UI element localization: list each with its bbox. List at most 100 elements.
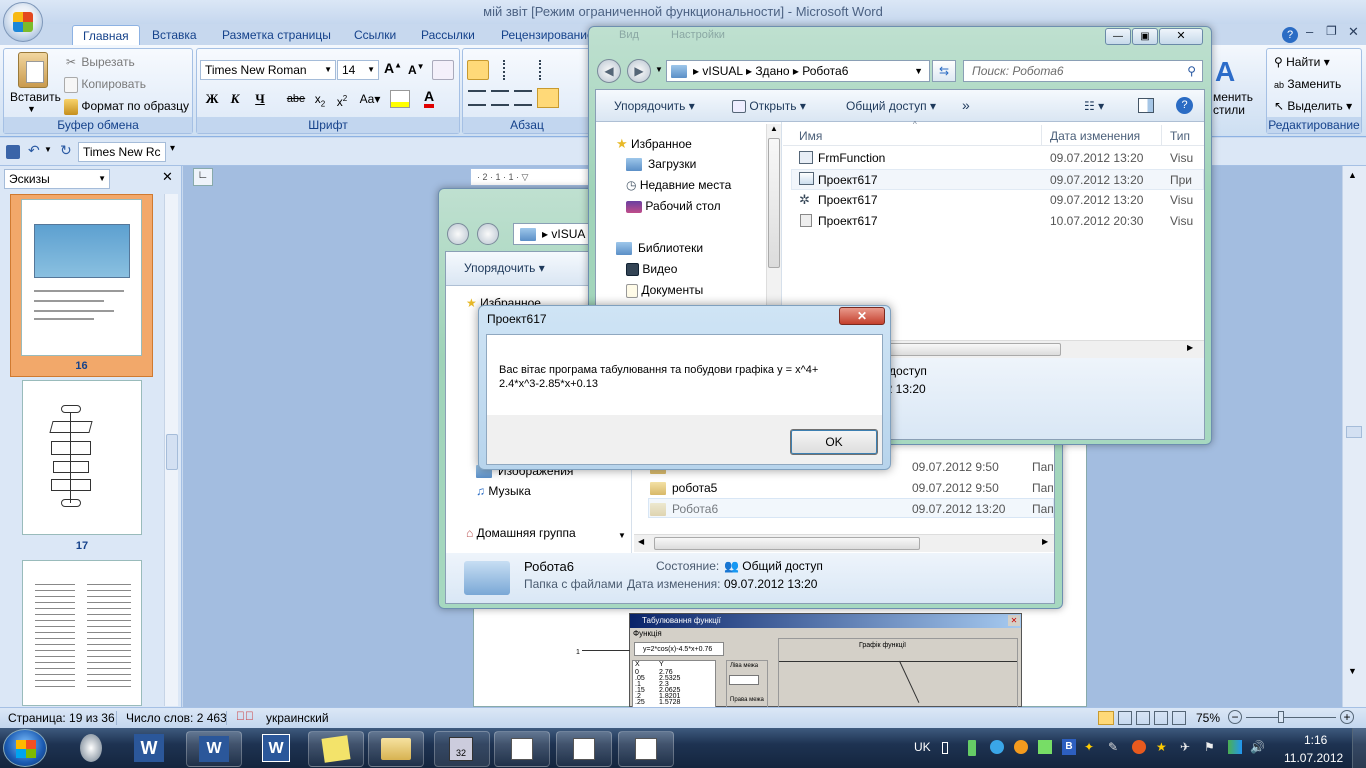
bold-icon[interactable]: Ж xyxy=(201,88,223,110)
zoom-slider-thumb[interactable] xyxy=(1278,711,1284,723)
breadcrumb-visual[interactable]: vISUAL xyxy=(702,64,742,78)
address-dropdown-icon[interactable]: ▼ xyxy=(914,61,923,81)
search-input[interactable]: Поиск: Робота6 ⚲ xyxy=(963,60,1203,82)
change-styles-label[interactable]: менить xyxy=(1213,90,1253,104)
window-taskbar-button-1[interactable] xyxy=(494,731,550,767)
scroll-left-icon[interactable]: ◀ xyxy=(638,537,644,546)
full-reading-icon[interactable] xyxy=(1118,711,1132,725)
tray-app-icon-2[interactable] xyxy=(1038,740,1052,754)
back-icon[interactable]: ◀ xyxy=(597,59,621,83)
action-center-flag-icon[interactable]: ⚑ xyxy=(1204,740,1215,754)
view-options-icon[interactable]: ☷ ▾ xyxy=(1084,99,1104,113)
file-row-robota5[interactable]: робота5 xyxy=(650,481,717,496)
volume-icon[interactable]: 🔊 xyxy=(1250,740,1265,754)
ruler-tab-selector[interactable]: ∟ xyxy=(193,168,213,186)
close-button[interactable]: ✕ xyxy=(1159,28,1203,45)
share-button[interactable]: Общий доступ ▾ xyxy=(846,99,936,113)
align-center-icon[interactable] xyxy=(491,90,509,106)
clock-time[interactable]: 1:16 xyxy=(1304,733,1327,747)
qat-font-select[interactable]: Times New Rc xyxy=(78,142,166,162)
start-button[interactable] xyxy=(3,729,47,767)
window-taskbar-button-2[interactable] xyxy=(556,731,612,767)
nav-scroll-thumb[interactable] xyxy=(768,138,780,268)
back-icon[interactable] xyxy=(447,223,469,245)
superscript-icon[interactable]: x2 xyxy=(331,88,353,110)
notes-taskbar-button[interactable] xyxy=(308,731,364,767)
subscript-icon[interactable]: x2 xyxy=(309,88,331,110)
word-taskbar-icon[interactable]: W xyxy=(134,734,164,762)
tray-pen-icon[interactable]: ✎ xyxy=(1108,740,1118,754)
preview-pane-icon[interactable] xyxy=(1138,98,1154,113)
underline-icon[interactable]: Ч xyxy=(249,88,271,110)
nav-downloads[interactable]: Загрузки xyxy=(626,157,696,172)
find-button[interactable]: ⚲ Найти ▾ xyxy=(1274,55,1330,69)
cut-button[interactable]: ✂ Вырезать xyxy=(64,55,135,71)
pane-mode-select[interactable]: Эскизы ▼ xyxy=(4,169,110,189)
web-layout-icon[interactable] xyxy=(1136,711,1150,725)
nav-desktop[interactable]: Рабочий стол xyxy=(626,199,721,213)
window-taskbar-button-3[interactable] xyxy=(618,731,674,767)
align-left-icon[interactable] xyxy=(468,90,486,106)
forward-icon[interactable] xyxy=(477,223,499,245)
file-row[interactable]: ✲ Проект617 09.07.2012 13:20 Visu xyxy=(791,190,1204,211)
tray-star-icon[interactable]: ★ xyxy=(1156,740,1167,754)
font-color-icon[interactable]: A xyxy=(424,88,435,108)
tray-tool-icon[interactable]: ✦ xyxy=(1084,740,1094,754)
organize-button[interactable]: Упорядочить ▾ xyxy=(464,261,545,275)
thumbnail-scroll-thumb[interactable] xyxy=(166,434,178,470)
vb6-taskbar-button[interactable]: 32 xyxy=(434,731,490,767)
language-indicator[interactable]: UK xyxy=(914,740,931,754)
tray-arrow-icon[interactable]: ✈ xyxy=(1180,740,1190,754)
format-painter-button[interactable]: Формат по образцу xyxy=(64,99,189,115)
bullets-icon[interactable] xyxy=(467,60,489,80)
shrink-font-icon[interactable]: A▼ xyxy=(408,62,425,77)
tab-mailings[interactable]: Рассылки xyxy=(411,25,485,46)
paste-button[interactable]: Вставить xyxy=(10,90,61,104)
multilevel-list-icon[interactable] xyxy=(539,60,559,80)
help-icon[interactable]: ? xyxy=(1176,97,1193,114)
replace-button[interactable]: ab Заменить xyxy=(1274,77,1341,91)
word-taskbar-icon-2[interactable]: W xyxy=(262,734,290,762)
more-commands-button[interactable]: » xyxy=(962,97,970,113)
breadcrumb-zdano[interactable]: Здано xyxy=(755,64,789,78)
column-name[interactable]: Имя xyxy=(799,129,822,143)
tab-insert[interactable]: Вставка xyxy=(142,25,207,46)
explorer2-hscrollbar[interactable]: ◀ ▶ xyxy=(634,534,1054,552)
zoom-out-icon[interactable]: − xyxy=(1228,710,1242,724)
scroll-right-icon[interactable]: ▶ xyxy=(1187,343,1193,352)
skype-icon[interactable] xyxy=(990,740,1004,754)
draft-icon[interactable] xyxy=(1172,711,1186,725)
thumbnail-18[interactable] xyxy=(22,560,142,706)
undo-dropdown-icon[interactable]: ▼ xyxy=(44,145,52,154)
ribbon-minimize-button[interactable]: – xyxy=(1306,24,1313,39)
font-name-select[interactable]: Times New Roman ▼ xyxy=(200,60,336,80)
tray-b-icon[interactable]: B xyxy=(1062,739,1076,755)
clock-date[interactable]: 11.07.2012 xyxy=(1284,751,1343,765)
status-words[interactable]: Число слов: 2 463 xyxy=(126,711,227,725)
justify-icon[interactable] xyxy=(537,88,559,108)
tray-orange-icon[interactable] xyxy=(1132,740,1146,754)
tab-references[interactable]: Ссылки xyxy=(344,25,406,46)
office-button[interactable] xyxy=(3,2,43,42)
zoom-slider[interactable] xyxy=(1246,717,1336,718)
thumbnail-16[interactable]: 16 xyxy=(10,194,153,377)
scroll-up-icon[interactable]: ▲ xyxy=(1348,170,1357,180)
address-bar[interactable]: ▸ vISUAL ▸ Здано ▸ Робота6 ▼ xyxy=(666,60,930,82)
nav-music[interactable]: ♫ Музыка xyxy=(476,484,531,498)
ok-button[interactable]: OK xyxy=(790,429,878,455)
paste-icon[interactable] xyxy=(18,52,48,88)
nav-documents[interactable]: Документы xyxy=(626,283,703,298)
file-row[interactable]: FrmFunction 09.07.2012 13:20 Visu xyxy=(791,148,1204,169)
keyboard-icon[interactable] xyxy=(942,742,948,754)
help-icon[interactable]: ? xyxy=(1282,27,1298,43)
print-layout-icon[interactable] xyxy=(1098,711,1114,725)
thumbnail-17[interactable] xyxy=(22,380,142,535)
explorer2-hscroll-thumb[interactable] xyxy=(654,537,920,550)
highlight-icon[interactable] xyxy=(390,90,410,108)
numbering-icon[interactable] xyxy=(503,60,523,80)
thumbnail-scrollbar[interactable] xyxy=(164,194,178,706)
scroll-thumb[interactable] xyxy=(1346,426,1362,438)
nav-homegroup[interactable]: ⌂ Домашняя группа xyxy=(466,526,576,540)
outline-icon[interactable] xyxy=(1154,711,1168,725)
network-icon[interactable] xyxy=(1228,740,1242,754)
